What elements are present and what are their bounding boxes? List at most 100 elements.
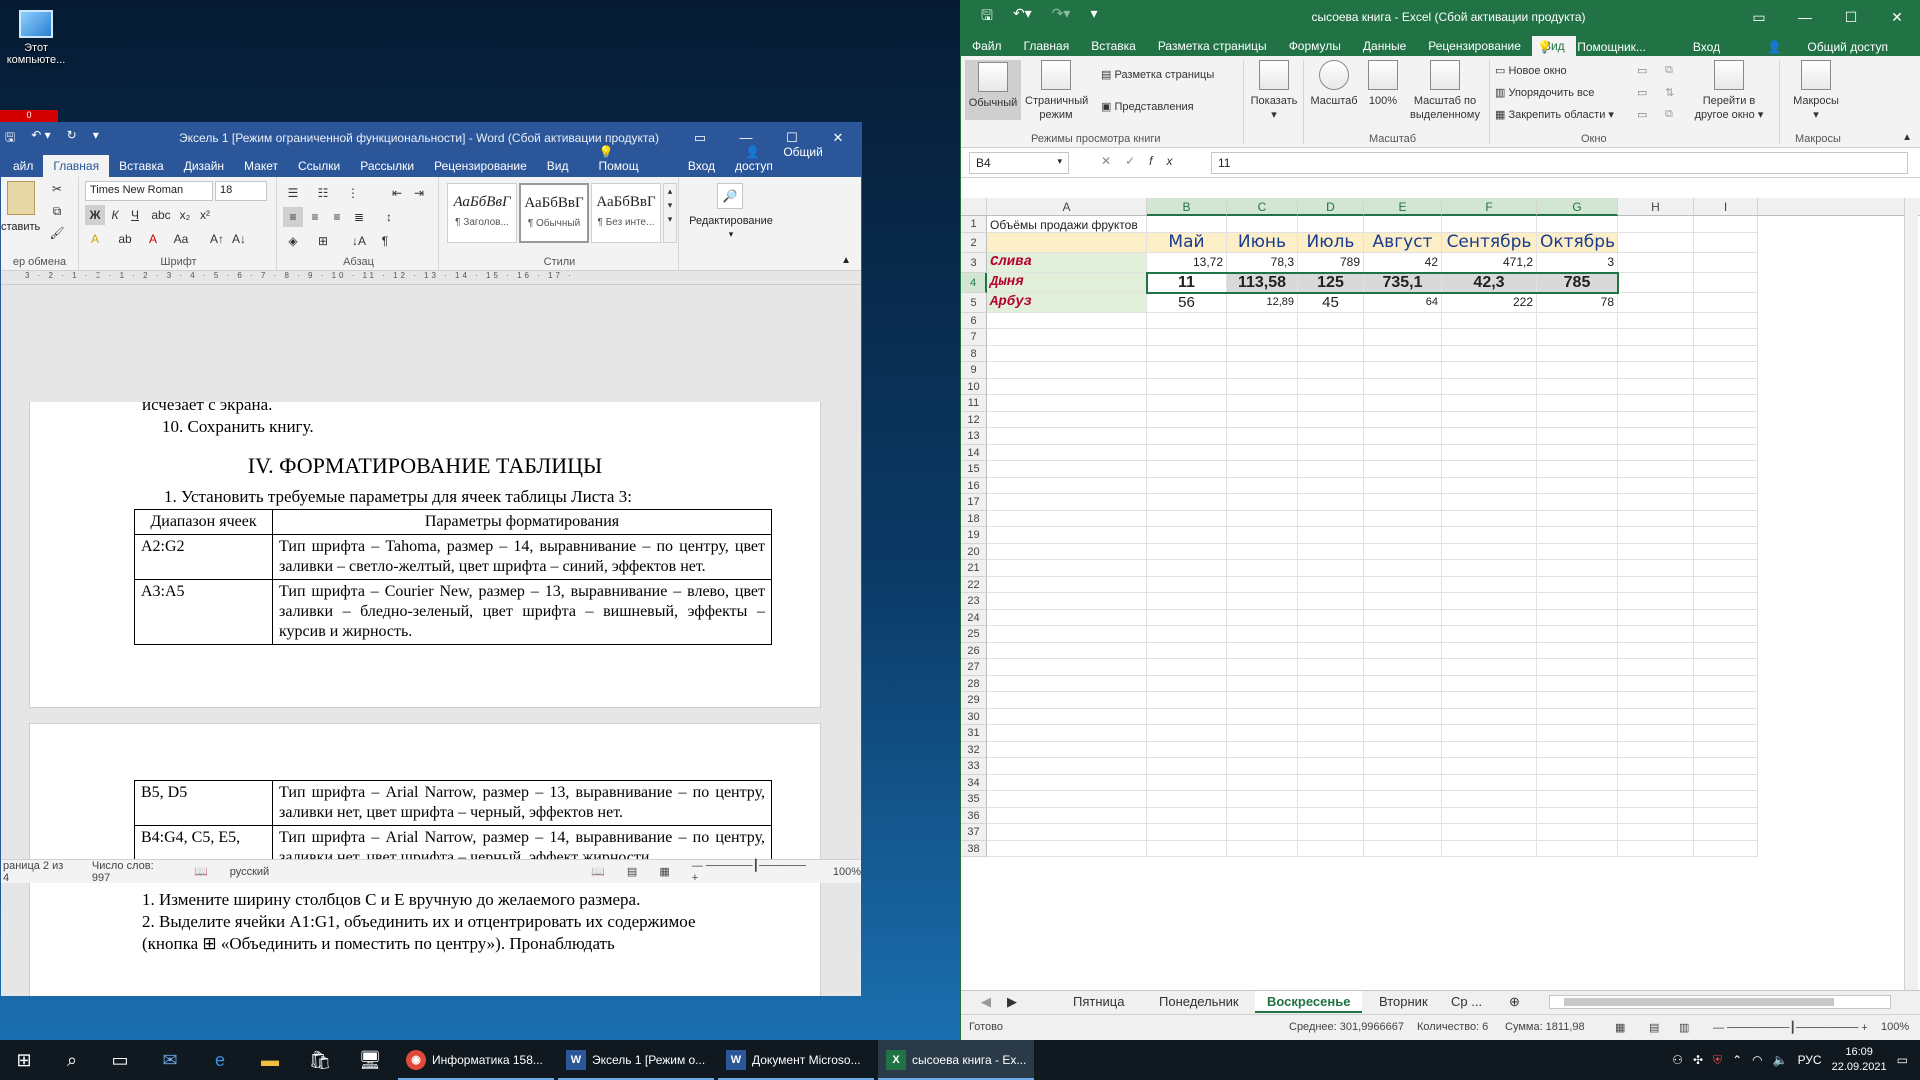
grid-cell[interactable] — [1618, 411, 1694, 428]
grid-cell[interactable] — [1364, 312, 1442, 329]
taskbar-app-word-1[interactable]: W Эксель 1 [Режим о... — [558, 1040, 714, 1080]
bullets-icon[interactable]: ☰ — [283, 183, 303, 203]
grid-cell[interactable] — [1694, 741, 1758, 758]
grid-cell[interactable] — [1694, 840, 1758, 857]
line-spacing-icon[interactable]: ↕ — [379, 207, 399, 227]
column-header-h[interactable]: H — [1618, 198, 1694, 216]
grid-cell[interactable] — [1298, 741, 1364, 758]
shield-icon[interactable]: ⛨ — [1713, 1053, 1722, 1068]
grid-cell[interactable] — [1227, 510, 1298, 527]
grid-cell[interactable] — [1618, 659, 1694, 676]
grid-cell[interactable] — [1147, 692, 1227, 709]
column-header-f[interactable]: F — [1442, 198, 1537, 216]
show-button[interactable]: Показать ▾ — [1249, 60, 1299, 122]
grid-cell[interactable] — [1147, 329, 1227, 346]
column-header-b[interactable]: B — [1147, 198, 1227, 216]
grid-cell[interactable] — [1364, 378, 1442, 395]
grid-cell[interactable] — [1537, 477, 1618, 494]
count-status[interactable]: Количество: 6 — [1417, 1021, 1488, 1033]
switch-windows-button[interactable]: Перейти в другое окно ▾ — [1691, 60, 1767, 122]
taskbar-app-excel[interactable]: Xсысоева книга - Ex... — [878, 1040, 1034, 1080]
grid-cell[interactable] — [987, 560, 1147, 577]
grid-cell[interactable] — [1442, 659, 1537, 676]
grid-cell[interactable] — [1147, 378, 1227, 395]
grid-cell[interactable] — [1694, 272, 1758, 293]
document-area[interactable]: исчезает с экрана. 10. Сохранить книгу. … — [1, 402, 861, 996]
wifi-icon[interactable]: ◠ — [1752, 1053, 1762, 1067]
next-sheet-icon[interactable]: ▶ — [995, 991, 1029, 1013]
grid-cell[interactable] — [1618, 807, 1694, 824]
grid-cell[interactable] — [1364, 840, 1442, 857]
grid-cell[interactable] — [1227, 807, 1298, 824]
grid-cell[interactable] — [1442, 395, 1537, 412]
grid-cell[interactable] — [1442, 477, 1537, 494]
grid-cell[interactable] — [1618, 312, 1694, 329]
grid-cell[interactable] — [1694, 527, 1758, 544]
grid-cell[interactable] — [987, 725, 1147, 742]
italic-icon[interactable]: К — [105, 205, 125, 225]
web-layout-icon[interactable]: ▦ — [659, 865, 669, 878]
tab-file[interactable]: айл — [3, 155, 43, 177]
grid-cell[interactable] — [1694, 708, 1758, 725]
zoom-level[interactable]: 100% — [1881, 1021, 1909, 1033]
grid-cell[interactable] — [1442, 840, 1537, 857]
fruit-name-cell[interactable]: Арбуз — [987, 292, 1147, 313]
grid-cell[interactable] — [1442, 527, 1537, 544]
tab-page-layout[interactable]: Разметка страницы — [1147, 36, 1278, 56]
format-painter-icon[interactable]: 🖌 — [47, 223, 67, 243]
grid-cell[interactable] — [1147, 708, 1227, 725]
value-cell[interactable]: 56 — [1147, 292, 1227, 313]
value-cell[interactable]: 78,3 — [1227, 252, 1298, 273]
grid-cell[interactable] — [1694, 362, 1758, 379]
search-icon[interactable]: ⌕ — [48, 1040, 96, 1080]
grid-cell[interactable] — [1147, 527, 1227, 544]
grid-cell[interactable] — [1298, 444, 1364, 461]
minimize-button[interactable]: — — [1782, 9, 1828, 26]
grid-cell[interactable] — [1537, 362, 1618, 379]
grid-cell[interactable] — [1147, 626, 1227, 643]
decrease-indent-icon[interactable]: ⇤ — [387, 183, 407, 203]
grid-cell[interactable] — [1694, 461, 1758, 478]
grid-cell[interactable] — [1537, 758, 1618, 775]
row-header[interactable]: 20 — [961, 543, 987, 560]
grid-cell[interactable] — [1618, 461, 1694, 478]
row-header[interactable]: 10 — [961, 378, 987, 395]
grid-cell[interactable] — [1364, 477, 1442, 494]
value-cell[interactable]: 12,89 — [1227, 292, 1298, 313]
grid-cell[interactable] — [1364, 444, 1442, 461]
grid-cell[interactable] — [1618, 626, 1694, 643]
sort-icon[interactable]: ↓A — [349, 231, 369, 251]
justify-icon[interactable]: ≣ — [349, 207, 369, 227]
grid-cell[interactable] — [1442, 774, 1537, 791]
font-name-combo[interactable]: Times New Roman — [85, 181, 213, 201]
grid-cell[interactable] — [1227, 675, 1298, 692]
grid-cell[interactable] — [1147, 791, 1227, 808]
grid-cell[interactable] — [987, 659, 1147, 676]
tab-home[interactable]: Главная — [1013, 36, 1081, 56]
row-header[interactable]: 33 — [961, 758, 987, 775]
shading-icon[interactable]: ◈ — [283, 231, 303, 251]
scrollbar-thumb[interactable] — [1564, 998, 1834, 1006]
bold-icon[interactable]: Ж — [85, 205, 105, 225]
grid-cell[interactable] — [1694, 395, 1758, 412]
grid-cell[interactable] — [1364, 675, 1442, 692]
grid-cell[interactable] — [1298, 593, 1364, 610]
enter-icon[interactable]: ✓ — [1125, 154, 1149, 168]
align-center-icon[interactable]: ≡ — [305, 207, 325, 227]
grid-cell[interactable] — [1147, 609, 1227, 626]
grid-cell[interactable] — [1537, 642, 1618, 659]
grid-cell[interactable] — [1618, 543, 1694, 560]
tab-home[interactable]: Главная — [43, 155, 110, 177]
grid-cell[interactable] — [1694, 292, 1758, 313]
grid-cell[interactable] — [987, 461, 1147, 478]
value-cell[interactable]: 789 — [1298, 252, 1364, 273]
grid-cell[interactable] — [1298, 395, 1364, 412]
tab-file[interactable]: Файл — [961, 36, 1013, 56]
file-explorer-icon[interactable]: ▬ — [246, 1040, 294, 1080]
fruit-name-cell[interactable]: Слива — [987, 252, 1147, 273]
mail-icon[interactable]: ✉ — [146, 1040, 194, 1080]
grid-cell[interactable] — [1147, 477, 1227, 494]
notifications-icon[interactable]: ▭ — [1897, 1053, 1908, 1067]
read-mode-icon[interactable]: 📖 — [591, 865, 605, 878]
column-header-i[interactable]: I — [1694, 198, 1758, 216]
